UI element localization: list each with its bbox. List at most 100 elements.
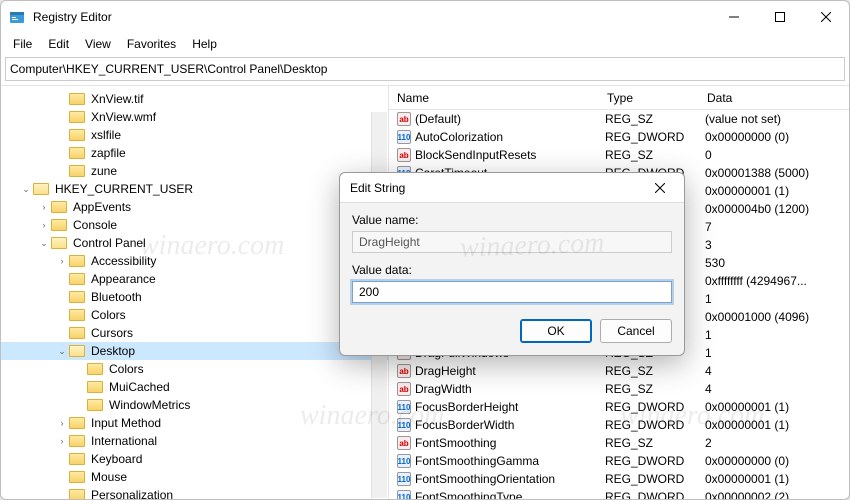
menu-edit[interactable]: Edit (40, 35, 77, 53)
tree-item[interactable]: Bluetooth (1, 288, 388, 306)
chevron-down-icon[interactable]: ⌄ (55, 346, 69, 357)
chevron-right-icon[interactable]: › (55, 436, 69, 446)
chevron-right-icon[interactable]: › (55, 256, 69, 266)
tree-item[interactable]: ⌄Desktop (1, 342, 388, 360)
tree-item[interactable]: XnView.tif (1, 90, 388, 108)
chevron-right-icon[interactable]: › (37, 220, 51, 230)
tree-item[interactable]: zune (1, 162, 388, 180)
dword-value-icon: 110 (397, 418, 411, 432)
address-input[interactable] (10, 62, 840, 76)
window-controls (711, 1, 849, 33)
chevron-down-icon[interactable]: ⌄ (37, 238, 51, 249)
value-row[interactable]: abDragWidthREG_SZ4 (389, 380, 849, 398)
menu-favorites[interactable]: Favorites (119, 35, 184, 53)
tree-item[interactable]: ⌄HKEY_CURRENT_USER (1, 180, 388, 198)
cancel-button[interactable]: Cancel (600, 319, 672, 343)
value-row[interactable]: 110FontSmoothingTypeREG_DWORD0x00000002 … (389, 488, 849, 499)
value-row[interactable]: 110AutoColorizationREG_DWORD0x00000000 (… (389, 128, 849, 146)
value-row[interactable]: ab(Default)REG_SZ(value not set) (389, 110, 849, 128)
chevron-right-icon[interactable]: › (55, 418, 69, 428)
titlebar[interactable]: Registry Editor (1, 1, 849, 33)
value-data: 3 (705, 238, 849, 252)
value-data-label: Value data: (352, 263, 672, 277)
menu-file[interactable]: File (5, 35, 40, 53)
tree-item[interactable]: Personalization (1, 486, 388, 499)
tree-item[interactable]: zapfile (1, 144, 388, 162)
value-row[interactable]: abDragHeightREG_SZ4 (389, 362, 849, 380)
col-data[interactable]: Data (699, 91, 849, 105)
menu-help[interactable]: Help (184, 35, 225, 53)
tree-item[interactable]: ›Console (1, 216, 388, 234)
tree-item[interactable]: Colors (1, 306, 388, 324)
tree-item[interactable]: Mouse (1, 468, 388, 486)
value-name: DragHeight (415, 364, 605, 378)
tree-item[interactable]: ⌄Control Panel (1, 234, 388, 252)
value-type: REG_DWORD (605, 400, 705, 414)
value-row[interactable]: 110FontSmoothingGammaREG_DWORD0x00000000… (389, 452, 849, 470)
dword-value-icon: 110 (397, 130, 411, 144)
value-row[interactable]: 110FocusBorderHeightREG_DWORD0x00000001 … (389, 398, 849, 416)
dialog-body: Value name: DragHeight Value data: (340, 203, 684, 309)
folder-icon (69, 129, 85, 141)
value-data: 0x00000000 (0) (705, 130, 849, 144)
value-data: 1 (705, 292, 849, 306)
value-type: REG_SZ (605, 112, 705, 126)
minimize-button[interactable] (711, 1, 757, 33)
tree-item[interactable]: ›AppEvents (1, 198, 388, 216)
tree-item[interactable]: xslfile (1, 126, 388, 144)
tree-item[interactable]: Appearance (1, 270, 388, 288)
tree-item[interactable]: Keyboard (1, 450, 388, 468)
chevron-right-icon[interactable]: › (37, 202, 51, 212)
value-data: 0x00000001 (1) (705, 472, 849, 486)
tree-label: WindowMetrics (107, 398, 192, 412)
maximize-button[interactable] (757, 1, 803, 33)
folder-icon (69, 165, 85, 177)
tree-item[interactable]: MuiCached (1, 378, 388, 396)
tree-item[interactable]: ›Accessibility (1, 252, 388, 270)
value-row[interactable]: 110FontSmoothingOrientationREG_DWORD0x00… (389, 470, 849, 488)
value-data-input[interactable] (352, 281, 672, 303)
value-data: 530 (705, 256, 849, 270)
string-value-icon: ab (397, 436, 411, 450)
tree-label: Personalization (89, 488, 175, 499)
dialog-close-button[interactable] (646, 174, 674, 202)
tree-item[interactable]: Colors (1, 360, 388, 378)
tree-item[interactable]: ›Input Method (1, 414, 388, 432)
value-data: 0x00000001 (1) (705, 400, 849, 414)
menu-view[interactable]: View (77, 35, 119, 53)
value-row[interactable]: 110FocusBorderWidthREG_DWORD0x00000001 (… (389, 416, 849, 434)
value-data: 0x00001388 (5000) (705, 166, 849, 180)
tree-item[interactable]: WindowMetrics (1, 396, 388, 414)
address-bar[interactable] (5, 57, 845, 81)
tree-label: xslfile (89, 128, 123, 142)
folder-icon (69, 147, 85, 159)
value-type: REG_SZ (605, 382, 705, 396)
dialog-title: Edit String (350, 181, 646, 195)
value-row[interactable]: abBlockSendInputResetsREG_SZ0 (389, 146, 849, 164)
value-data: 0x00000000 (0) (705, 454, 849, 468)
tree-item[interactable]: ›International (1, 432, 388, 450)
value-type: REG_SZ (605, 364, 705, 378)
folder-icon (69, 489, 85, 499)
tree-item[interactable]: XnView.wmf (1, 108, 388, 126)
folder-icon (69, 309, 85, 321)
dialog-titlebar[interactable]: Edit String (340, 173, 684, 203)
col-name[interactable]: Name (389, 91, 599, 105)
list-header[interactable]: Name Type Data (389, 86, 849, 110)
dword-value-icon: 110 (397, 400, 411, 414)
value-name: FontSmoothingOrientation (415, 472, 605, 486)
value-data: 1 (705, 346, 849, 360)
value-data: 4 (705, 364, 849, 378)
tree-panel[interactable]: XnView.tif XnView.wmf xslfile zapfile zune⌄H… (1, 86, 389, 499)
ok-button[interactable]: OK (520, 319, 592, 343)
tree-label: Cursors (89, 326, 135, 340)
tree-item[interactable]: Cursors (1, 324, 388, 342)
chevron-down-icon[interactable]: ⌄ (19, 184, 33, 195)
tree-label: XnView.wmf (89, 110, 158, 124)
close-button[interactable] (803, 1, 849, 33)
tree-label: zapfile (89, 146, 128, 160)
tree-label: Colors (107, 362, 146, 376)
folder-icon (69, 273, 85, 285)
col-type[interactable]: Type (599, 91, 699, 105)
value-row[interactable]: abFontSmoothingREG_SZ2 (389, 434, 849, 452)
